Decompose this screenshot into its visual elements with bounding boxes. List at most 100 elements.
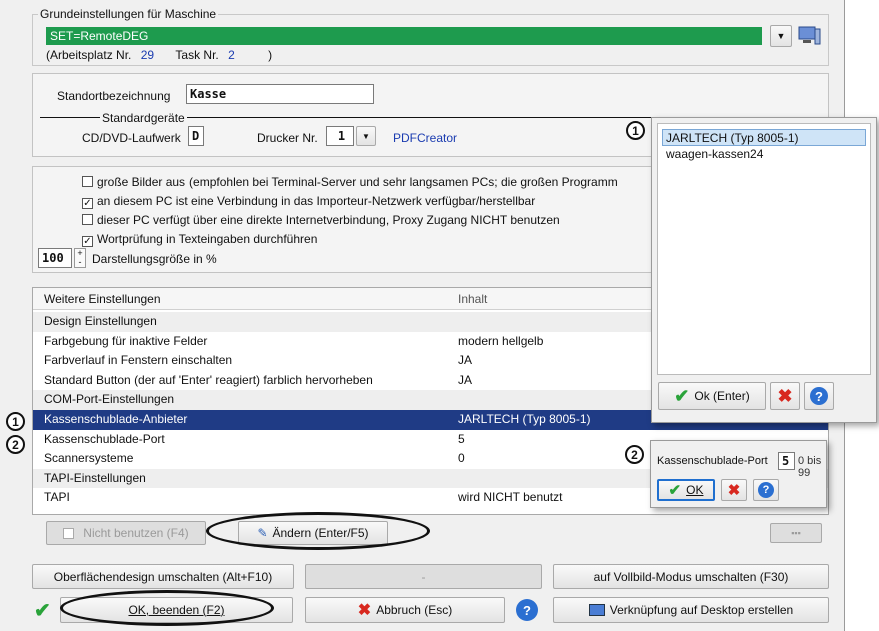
dash-button[interactable]: - [305,564,542,589]
grid-extra-button[interactable]: ▪▪▪ [770,523,822,543]
nicht-benutzen-button[interactable]: Nicht benutzen (F4) [46,521,206,545]
annotation-ellipse-aendern [206,512,430,550]
provider-item[interactable]: JARLTECH (Typ 8005-1) [662,129,866,146]
popup1-help-button[interactable]: ? [804,382,834,410]
provider-item[interactable]: waagen-kassen24 [662,146,866,163]
option-checkbox-row[interactable]: dieser PC verfügt über eine direkte Inte… [82,213,560,227]
option-checkbox-row[interactable]: große Bilder aus (empfohlen bei Terminal-… [82,175,618,189]
checkbox-icon[interactable]: ✓ [82,236,93,247]
task-label: Task Nr. [175,48,219,62]
popup1-ok-button[interactable]: ✔ Ok (Enter) [658,382,766,410]
popup2-ok-button[interactable]: ✔ OK [657,479,715,501]
abbruch-label: Abbruch (Esc) [376,603,453,617]
annotation-ellipse-ok [60,590,274,626]
workplace-line: (Arbeitsplatz Nr. 29 Task Nr. 2 ) [46,48,272,62]
option-label: große Bilder aus [97,175,186,189]
grid-row-name: Kassenschublade-Anbieter [44,412,188,426]
popup1-cancel-button[interactable]: ✖ [770,382,800,410]
grid-row-name: TAPI-Einstellungen [44,470,146,485]
dropdown-arrow-icon: ▼ [776,31,786,41]
checkbox-icon[interactable]: ✓ [82,198,93,209]
cd-input[interactable]: D [188,126,204,146]
grid-col2-header: Inhalt [458,292,488,306]
printer-label: Drucker Nr. [257,131,318,145]
grid-row-value: JA [458,353,473,368]
printer-name: PDFCreator [393,131,458,145]
help-icon: ? [810,387,828,405]
abbruch-button[interactable]: ✖ Abbruch (Esc) [305,597,505,623]
provider-list[interactable]: JARLTECH (Typ 8005-1) waagen-kassen24 [657,123,871,375]
option-checkbox-row[interactable]: ✓ Wortprüfung in Texteingaben durchführen [82,232,317,247]
close-paren: ) [268,48,273,62]
provider-popup: JARLTECH (Typ 8005-1) waagen-kassen24 ✔ … [651,117,877,423]
grid-row-name: Scannersysteme [44,451,134,466]
grid-col1-header: Weitere Einstellungen [44,292,161,306]
port-input[interactable]: 5 [778,452,795,470]
grid-row-name: Kassenschublade-Port [44,431,165,446]
port-range: 0 bis 99 [798,455,822,479]
devices-legend: Standardgeräte [100,111,187,125]
size-spinner[interactable]: + - [74,248,86,268]
workplace-nr: 29 [140,48,155,62]
grid-row-value: 0 [458,451,465,466]
option-label: Wortprüfung in Texteingaben durchführen [97,232,318,246]
cross-icon: ✖ [727,482,741,499]
help-icon: ? [758,482,774,498]
theme-toggle-button[interactable]: Oberflächendesign umschalten (Alt+F10) [32,564,294,589]
grid-row-name: Design Einstellungen [44,314,157,328]
annotation-badge-1: 1 [6,412,25,431]
cross-icon: ✖ [357,602,372,619]
grid-row-name: Farbverlauf in Fenstern einschalten [44,353,233,368]
grid-row-name: COM-Port-Einstellungen [44,392,175,407]
popup2-badge: 2 [625,445,644,464]
fullscreen-button[interactable]: auf Vollbild-Modus umschalten (F30) [553,564,829,589]
ok-check-icon: ✔ [34,600,51,622]
port-popup: Kassenschublade-Port 5 0 bis 99 ✔ OK ✖ ? [650,440,827,508]
task-nr: 2 [228,48,235,62]
nicht-benutzen-label: Nicht benutzen (F4) [83,526,189,540]
check-icon: ✔ [674,385,690,406]
popup1-badge: 1 [626,121,645,140]
popup1-ok-label: Ok (Enter) [694,389,750,403]
checkbox-icon[interactable] [82,214,93,225]
option-label: dieser PC verfügt über eine direkte Inte… [97,213,560,227]
grid-row-name: TAPI [44,490,70,505]
desktop-shortcut-icon [588,604,605,616]
grid-row-value: wird NICHT benutzt [458,490,563,505]
popup2-cancel-button[interactable]: ✖ [721,479,747,501]
grid-row-value: 5 [458,431,465,446]
grid-row-value: JA [458,372,473,387]
cd-label: CD/DVD-Laufwerk [82,131,181,145]
grid-row-name: Farbgebung für inaktive Felder [44,333,208,348]
set-dropdown-button[interactable]: ▼ [770,25,792,47]
printer-input[interactable]: 1 [326,126,354,146]
location-label: Standortbezeichnung [57,89,171,103]
grid-row-value: JARLTECH (Typ 8005-1) [458,412,591,426]
monitor-icon[interactable] [797,25,822,47]
desktop-link-label: Verknüpfung auf Desktop erstellen [609,603,794,617]
workplace-label: (Arbeitsplatz Nr. [46,48,132,62]
grid-row-name: Standard Button (der auf 'Enter' reagier… [44,372,373,387]
popup2-ok-label: OK [686,483,704,497]
desktop-link-button[interactable]: Verknüpfung auf Desktop erstellen [553,597,829,623]
annotation-badge-2: 2 [6,435,25,454]
grid-row-value: modern hellgelb [458,333,544,348]
cross-icon: ✖ [777,385,793,406]
help-button[interactable]: ? [516,599,538,621]
size-label: Darstellungsgröße in % [92,252,217,266]
option-label: an diesem PC ist eine Verbindung in das … [97,194,536,208]
checkbox-icon [63,527,75,539]
help-icon: ? [516,599,538,621]
printer-dropdown-button[interactable]: ▼ [356,126,376,146]
location-input[interactable]: Kasse [186,84,374,104]
dropdown-arrow-icon: ▼ [362,131,370,141]
size-input[interactable]: 100 [38,248,72,268]
popup2-help-button[interactable]: ? [753,479,779,501]
check-icon: ✔ [668,482,682,499]
option-checkbox-row[interactable]: ✓ an diesem PC ist eine Verbindung in das… [82,194,535,209]
option-note: (empfohlen bei Terminal-Server und sehr … [189,175,618,189]
set-value-field[interactable]: SET=RemoteDEG [46,27,762,45]
port-label: Kassenschublade-Port [657,455,768,467]
machine-legend: Grundeinstellungen für Maschine [38,7,219,21]
checkbox-icon[interactable] [82,176,93,187]
